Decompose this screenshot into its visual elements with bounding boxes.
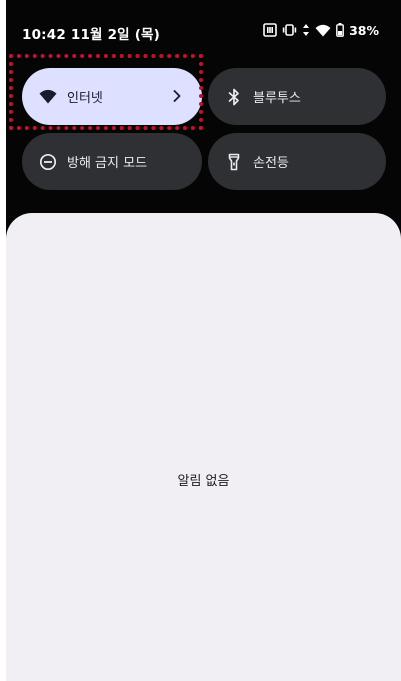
tile-bluetooth-label: 블루투스: [253, 91, 301, 106]
wifi-icon: [39, 88, 57, 106]
wifi-icon: [315, 24, 331, 37]
bluetooth-icon: [225, 88, 243, 106]
no-notifications-text: 알림 없음: [177, 474, 230, 489]
quick-settings-shade: 10:42 11월 2일 (목) 38% 인터넷 블루투스 방해 금지 모드 손…: [6, 0, 401, 681]
tile-do-not-disturb-label: 방해 금지 모드: [67, 156, 148, 171]
nfc-icon: [263, 23, 277, 37]
tile-bluetooth[interactable]: 블루투스: [208, 68, 386, 125]
battery-percent: 38%: [349, 22, 379, 38]
status-time-date: 10:42 11월 2일 (목): [22, 27, 161, 43]
notification-panel: 알림 없음: [6, 213, 401, 681]
chevron-right-icon[interactable]: [170, 87, 184, 105]
vibrate-icon: [282, 23, 297, 37]
do-not-disturb-icon: [39, 153, 57, 171]
tile-internet[interactable]: 인터넷: [22, 68, 202, 125]
status-icons: 38%: [263, 21, 379, 39]
status-bar: 10:42 11월 2일 (목) 38%: [6, 0, 401, 60]
flashlight-icon: [225, 153, 243, 171]
tile-internet-label: 인터넷: [67, 91, 103, 106]
tile-flashlight[interactable]: 손전등: [208, 133, 386, 190]
tile-do-not-disturb[interactable]: 방해 금지 모드: [22, 133, 202, 190]
battery-icon: [336, 23, 344, 37]
data-arrows-icon: [302, 23, 310, 37]
phone-screen: 10:42 11월 2일 (목) 38% 인터넷 블루투스 방해 금지 모드 손…: [0, 0, 401, 681]
tile-flashlight-label: 손전등: [253, 156, 289, 171]
